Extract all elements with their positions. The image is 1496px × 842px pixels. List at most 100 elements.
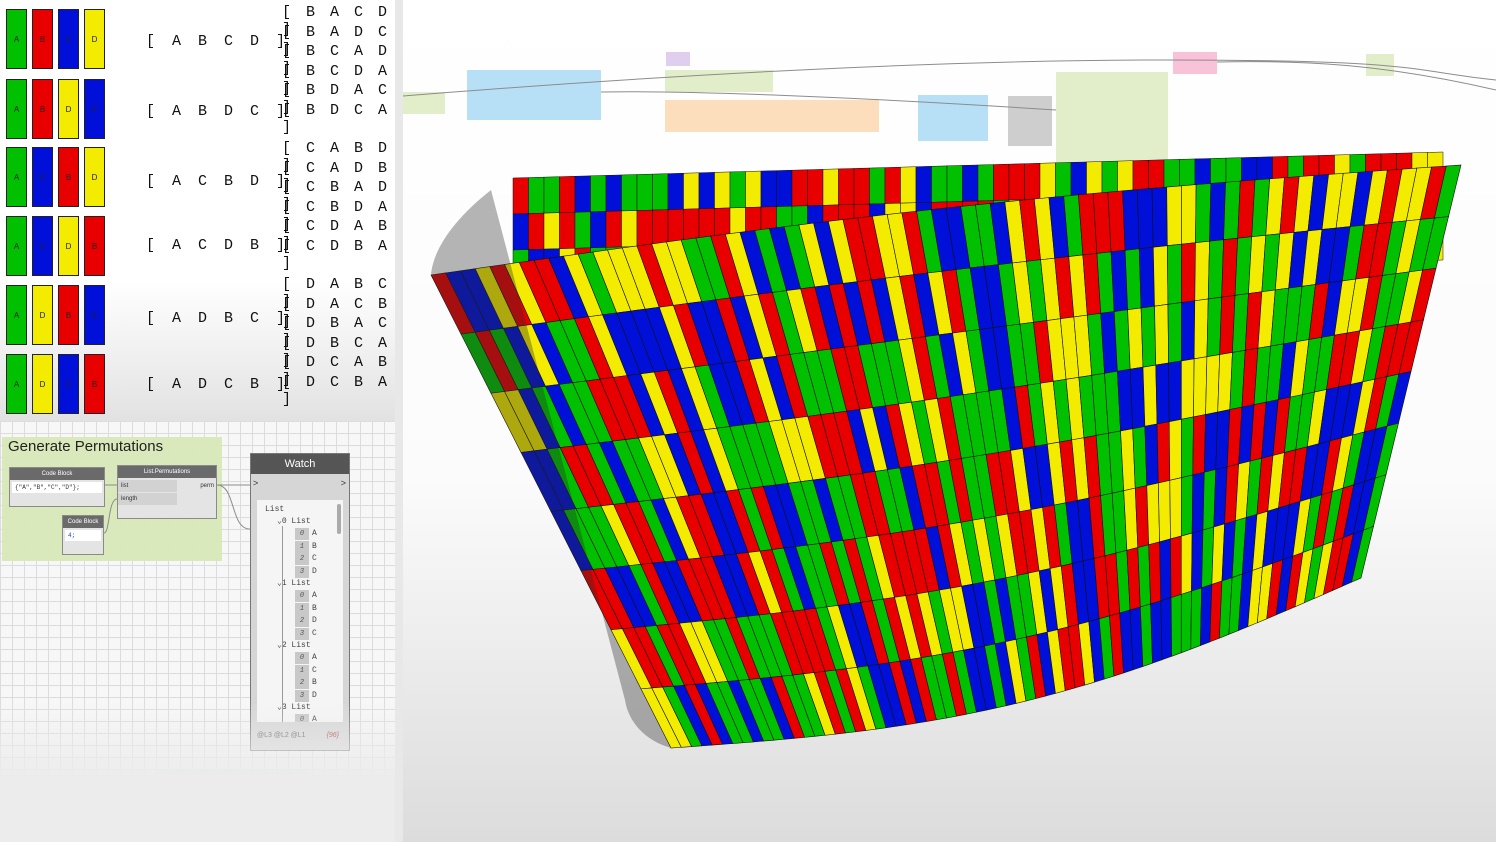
permutation-label: [ A B C D ] [146,33,290,50]
facade-panel [1181,358,1195,420]
facade-panel [590,175,607,213]
color-tile: D [32,354,53,414]
watch-tree[interactable]: List ⌄0 List 0 A 1 B 2 C 3 D ⌄1 List 0 A 1 B 2 D 3 C ⌄2 Lis… [257,500,343,722]
entry-value: A [312,591,317,600]
facade-panel [745,170,762,208]
facade-panel [543,212,560,250]
color-tile: B [58,285,79,345]
facade-panel [931,165,948,203]
facade-panel [1168,360,1182,423]
entry-value: B [312,603,317,613]
color-tile: B [58,147,79,207]
entry-index: 2 [295,677,309,689]
canvas-group-node[interactable] [665,70,773,92]
facade-panel [1039,162,1056,200]
facade-panel [1129,366,1146,430]
facade-panel [1024,163,1041,200]
facade-panel [1070,161,1087,199]
facade-panel [1148,541,1162,605]
color-tile: C [84,79,105,139]
facade-panel [1193,356,1208,418]
facade-panel [1134,485,1149,548]
facade-model[interactable] [403,0,1496,842]
facade-panel [1132,425,1148,489]
facade-panel [574,211,591,249]
facade-panel [884,166,901,204]
watch-levels[interactable]: @L3 @L2 @L1 [257,732,306,739]
facade-panel [807,169,824,207]
color-tile: A [6,79,27,139]
watch-root[interactable]: List [265,504,284,516]
facade-panel [1180,474,1194,537]
watch-list-entry: 1C [295,664,317,677]
facade-panel [621,210,638,248]
facade-panel [1152,245,1169,307]
entry-index: 0 [295,590,309,602]
facade-panel [1124,248,1142,311]
facade-panel [1181,416,1194,479]
facade-panel [915,166,932,203]
facade-panel [977,164,994,202]
permutation-result: [ C D B A ] [282,237,391,272]
canvas-group-node[interactable] [467,70,601,120]
facade-panel [993,163,1010,201]
watch-list-entry: 0A [295,590,317,602]
entry-value: D [312,690,317,700]
facade-panel [590,211,607,249]
entry-value: B [312,541,317,551]
watch-list-entry: 0A [295,714,317,722]
facade-panel [946,165,963,203]
tree-guide-line [282,526,283,722]
watch-list-entry: 3C [295,627,317,640]
facade-panel [605,210,622,248]
color-tile: C [32,147,53,207]
facade-panel [1167,302,1182,364]
canvas-group-node[interactable] [1056,72,1168,170]
color-tile: D [58,216,79,276]
permutation-swatch-group: ABDC [6,79,110,141]
entry-value: D [312,616,317,625]
watch-node[interactable]: Watch > > List ⌄0 List 0 A 1 B 2 C 3 D ⌄1 List 0 A 1 B… [250,453,350,751]
watch-footer: @L3 @L2 @L1 {96} [257,728,343,744]
facade-panel [776,169,793,207]
3d-viewport[interactable] [403,0,1496,842]
color-tile: A [6,147,27,207]
watch-scrollbar[interactable] [337,504,341,534]
facade-panel [636,173,653,211]
canvas-group-node[interactable] [1173,52,1217,74]
entry-index: 1 [295,602,309,615]
entry-value: A [312,653,317,662]
facade-panel [1191,471,1205,534]
watch-input-port[interactable]: > [253,478,258,488]
facade-panel [1158,479,1171,543]
entry-index: 1 [295,664,309,677]
entry-value: C [312,665,317,675]
color-tile: C [32,216,53,276]
entry-index: 2 [295,553,309,565]
facade-panel [1144,423,1159,486]
facade-panel [605,174,622,212]
entry-value: C [312,554,317,563]
facade-panel [1086,161,1103,199]
permutation-result: [ D C B A ] [282,373,391,408]
canvas-group-node[interactable] [665,100,879,132]
permutation-label: [ A C B D ] [146,173,290,190]
facade-panel [1209,181,1226,242]
facade-panel [1207,239,1224,300]
watch-list-entry: 1B [295,540,317,553]
facade-panel [1155,362,1170,425]
node-graph-panel[interactable]: Generate Permutations Code Block {"A","B… [0,421,403,842]
canvas-group-node[interactable] [1008,96,1052,146]
watch-list-entry: 0A [295,528,317,540]
canvas-group-node[interactable] [666,52,690,66]
color-tile: A [6,354,27,414]
watch-output-port[interactable]: > [341,478,346,488]
color-tile: B [84,216,105,276]
facade-panel [1150,600,1163,664]
facade-panel [1137,544,1151,608]
facade-panel [1138,246,1155,309]
facade-panel [574,175,591,213]
facade-panel [1127,307,1144,370]
facade-panel [1170,593,1182,657]
facade-panel [1142,364,1158,427]
